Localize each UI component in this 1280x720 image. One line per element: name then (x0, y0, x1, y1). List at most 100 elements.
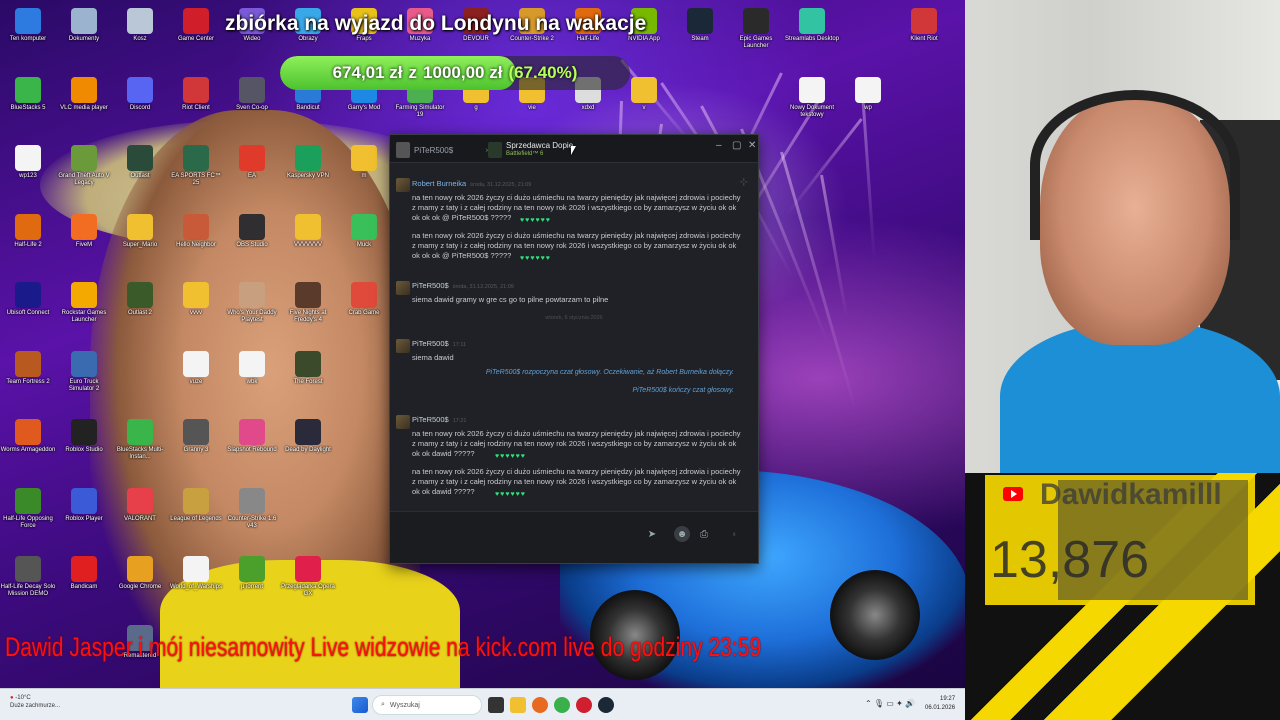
light-ray (780, 151, 857, 411)
close-icon[interactable]: ✕ (748, 140, 756, 151)
file-explorer-icon[interactable] (510, 697, 526, 713)
desktop-icon[interactable]: Discord (112, 76, 168, 112)
chat-input-area[interactable]: ➤ ☻ ⎙ ◖ (390, 511, 758, 563)
desktop-icon[interactable]: Przeglądarka Opera GX (280, 556, 336, 598)
send-icon[interactable]: ➤ (644, 526, 660, 542)
clock[interactable]: 19:27 06.01.2026 (925, 695, 955, 713)
desktop-icon[interactable]: World_of_Warships (168, 556, 224, 591)
maximize-icon[interactable]: ▢ (732, 140, 741, 151)
desktop-icon[interactable]: vvvv (168, 282, 224, 317)
steam-chat-window[interactable]: PiTeR500$ × Sprzedawca Dopie Battlefield… (389, 134, 759, 564)
desktop-icon[interactable]: BlueStacks Multi-Instan... (112, 419, 168, 461)
chrome-icon[interactable] (554, 697, 570, 713)
desktop-icon[interactable]: Ten komputer (0, 8, 56, 43)
chat-tab-piter[interactable]: PiTeR500$ × (396, 139, 490, 161)
desktop-icon[interactable]: Nowy Dokument tekstowy (784, 76, 840, 119)
desktop-icon[interactable]: Granny 3 (168, 419, 224, 454)
desktop-icon[interactable]: Rockstar Games Launcher (56, 282, 112, 324)
voice-icon[interactable]: ◖ (726, 526, 742, 542)
desktop-icon[interactable]: wp123 (0, 145, 56, 180)
desktop-icon[interactable]: Hello Neighbor (168, 213, 224, 249)
pin-icon[interactable]: ⊹ (740, 177, 748, 188)
desktop-icon[interactable]: Slapshot Rebound (224, 419, 280, 454)
tray-icons[interactable]: ⌃ 🎙 ▭ ✦ 🔊 (865, 699, 915, 708)
desktop-icon[interactable]: Google Chrome (112, 556, 168, 591)
desktop-icon[interactable]: Dead by Daylight (280, 419, 336, 454)
desktop-icon[interactable]: Euro Truck Simulator 2 (56, 350, 112, 393)
desktop-icon-label: Bandicam (70, 584, 98, 590)
desktop-icon[interactable]: Bandicam (56, 556, 112, 591)
desktop-icon[interactable]: vuze (168, 350, 224, 386)
desktop-icon[interactable]: Kosz (112, 8, 168, 43)
message-author[interactable]: PiTeR500$ (412, 339, 449, 348)
clock-time: 19:27 (940, 696, 956, 702)
desktop-icon[interactable]: Klient Riot (896, 8, 952, 43)
desktop-icon[interactable]: Counter-Strike 1.6 v43 (224, 487, 280, 530)
outlast-2-icon (127, 282, 153, 308)
desktop-icon[interactable]: BlueStacks 5 (0, 76, 56, 112)
start-button[interactable] (352, 697, 368, 713)
desktop-icon[interactable]: Roblox Studio (56, 419, 112, 454)
desktop-icon[interactable]: Sven Co-op (224, 76, 280, 112)
desktop-icon[interactable]: µTorrent (224, 556, 280, 591)
desktop-icon[interactable]: wp (840, 76, 896, 112)
message-author[interactable]: PiTeR500$ (412, 415, 449, 424)
desktop-icon-label: Muzyka (409, 36, 431, 42)
desktop-icon[interactable]: Streamlabs Desktop (784, 8, 840, 43)
chat-message-list[interactable]: Robert Burneika środa, 31.12.2025, 21:09 … (390, 163, 758, 513)
desktop-icon-label: Google Chrome (118, 584, 162, 590)
desktop-icon[interactable]: wbk (224, 350, 280, 386)
desktop-icon[interactable]: m (336, 145, 392, 180)
desktop-icon[interactable]: Epic Games Launcher (728, 8, 784, 50)
steam-icon[interactable] (598, 697, 614, 713)
desktop-icon[interactable]: Crab Game (336, 282, 392, 317)
desktop-icon[interactable]: Game Center (168, 8, 224, 43)
attachment-icon[interactable]: ⎙ (696, 526, 712, 542)
message-author[interactable]: Robert Burneika (412, 179, 466, 188)
desktop-icon[interactable]: Half-Life 2 (0, 213, 56, 249)
desktop-icon[interactable]: Roblox Player (56, 487, 112, 523)
desktop-icon[interactable]: Super_Mario (112, 213, 168, 249)
desktop-icon[interactable]: Grand Theft Auto V Legacy (56, 145, 112, 187)
desktop-icon[interactable]: Outlast (112, 145, 168, 180)
desktop-icon-label: EA (247, 173, 256, 179)
game-center-icon (183, 8, 209, 34)
task-view-icon[interactable] (488, 697, 504, 713)
desktop-icon-label: Worms Armageddon (0, 447, 56, 453)
desktop-icon[interactable]: EA (224, 145, 280, 180)
desktop-icon[interactable]: Worms Armageddon (0, 419, 56, 454)
desktop-icon[interactable]: VLC media player (56, 76, 112, 112)
desktop-icon[interactable]: FiveM (56, 213, 112, 249)
chat-tab-sprzedawca[interactable]: Sprzedawca Dopie Battlefield™ 6 (488, 139, 573, 161)
message-author[interactable]: PiTeR500$ (412, 281, 449, 290)
firefox-icon[interactable] (532, 697, 548, 713)
minimize-icon[interactable]: – (716, 140, 722, 151)
opera-gx-icon[interactable] (576, 697, 592, 713)
emoji-icon[interactable]: ☻ (674, 526, 690, 542)
desktop-icon[interactable]: Riot Client (168, 76, 224, 112)
desktop-icon[interactable]: Dokumenty (56, 8, 112, 43)
weather-widget[interactable]: ● -10°C Duże zachmurze... (10, 694, 60, 710)
desktop-icon[interactable]: Outlast 2 (112, 282, 168, 317)
desktop-icon[interactable]: The Forest (280, 350, 336, 386)
desktop-icon[interactable]: League of Legends (168, 487, 224, 523)
desktop-icon[interactable]: Kaspersky VPN (280, 145, 336, 180)
text-file-icon (183, 350, 209, 377)
desktop-icon[interactable]: EA SPORTS FC™ 25 (168, 145, 224, 187)
desktop-icon[interactable]: Team Fortress 2 (0, 350, 56, 386)
desktop-icon[interactable]: Half-Life Decay Solo Mission DEMO (0, 556, 56, 598)
ea-icon (239, 145, 265, 171)
desktop-icon[interactable]: OBS Studio (224, 213, 280, 249)
taskbar-search[interactable]: ⌕ Wyszukaj (372, 695, 482, 715)
desktop-icon[interactable]: Ubisoft Connect (0, 282, 56, 317)
desktop-icon[interactable]: Five Nights at Freddy's 4 (280, 282, 336, 324)
desktop-icon[interactable]: VVVVVVV (280, 213, 336, 249)
roblox-player-icon (71, 487, 97, 514)
desktop-icon[interactable]: Steam (672, 8, 728, 43)
desktop-icon-label: Half-Life Decay Solo Mission DEMO (0, 584, 56, 597)
desktop-icon[interactable]: Half-Life Opposing Force (0, 487, 56, 530)
desktop-icon[interactable]: VALORANT (112, 487, 168, 523)
desktop-icon[interactable]: Who's Your Daddy Playtest (224, 282, 280, 324)
desktop-icon[interactable]: Muck (336, 213, 392, 249)
message-text: na ten nowy rok 2026 życzy ci dużo uśmie… (412, 429, 741, 458)
